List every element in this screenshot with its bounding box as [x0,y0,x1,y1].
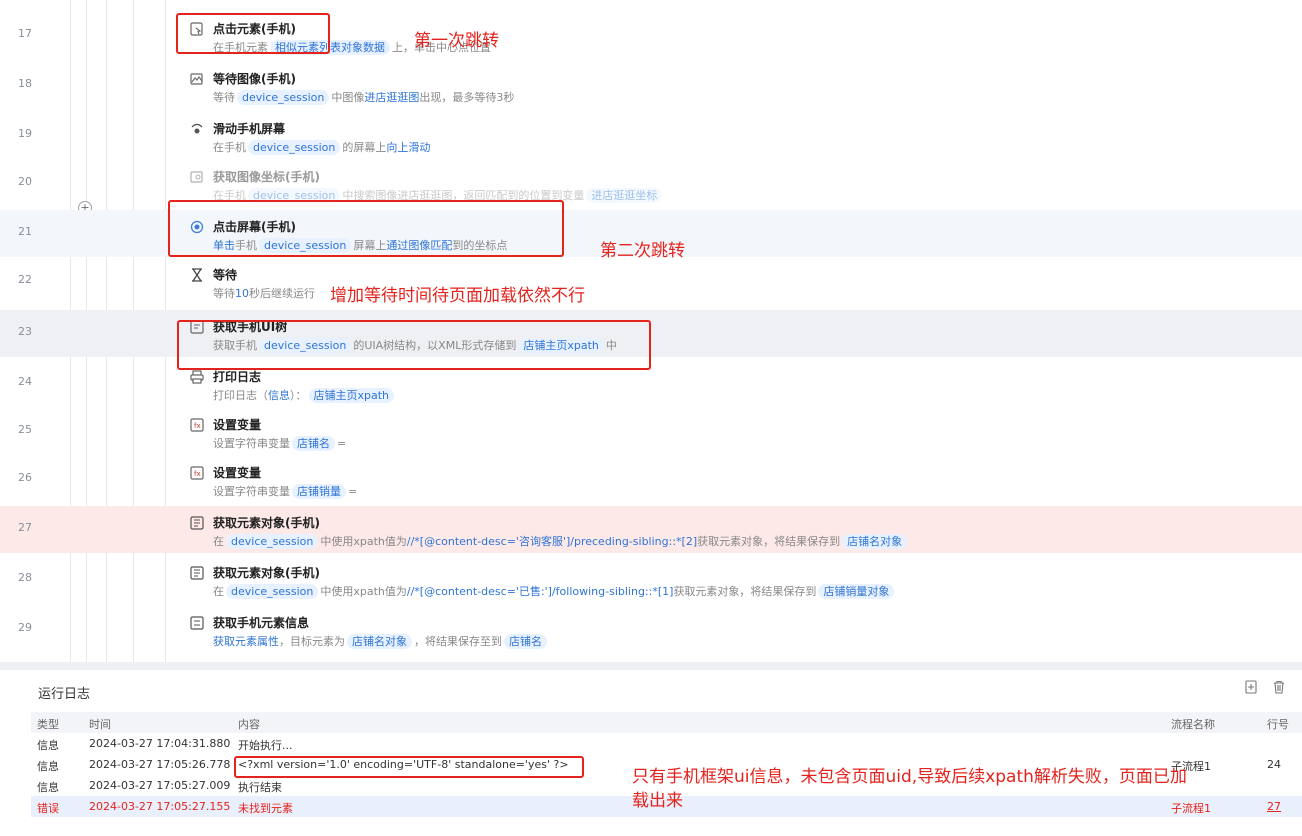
line-number: 28 [18,571,32,584]
line-number: 24 [18,375,32,388]
variable-icon: fx [190,466,204,480]
svg-text:fx: fx [194,422,201,430]
swipe-icon [191,123,203,134]
step-row[interactable]: 26 fx 设置变量 设置字符串变量 店铺销量 = [0,456,1302,503]
step-row[interactable]: 25 fx 设置变量 设置字符串变量 店铺名 = [0,408,1302,455]
variable-token[interactable]: 店铺名对象 [347,634,412,649]
export-icon[interactable] [1244,680,1258,694]
step-title: 设置变量 [213,466,262,480]
panel-divider [0,662,1302,670]
run-log-panel: 运行日志 类型 时间 内容 流程名称 行号 信息 2024-03-27 17:0… [0,670,1302,836]
step-row[interactable]: 27 获取元素对象(手机) 在 device_session 中使用xpath值为/… [0,506,1302,553]
variable-token[interactable]: 店铺销量对象 [818,584,895,599]
line-number: 22 [18,273,32,286]
image-coord-icon [190,171,203,183]
log-table-header: 类型 时间 内容 流程名称 行号 [31,712,1302,733]
step-row[interactable]: 19 滑动手机屏幕 在手机 device_session 的屏幕上向上滑动 [0,112,1302,159]
log-title: 运行日志 [38,687,91,702]
col-content: 内容 [238,718,260,731]
line-number: 20 [18,175,32,188]
log-row[interactable]: 信息 2024-03-27 17:04:31.880 开始执行... [31,733,1302,754]
step-title: 获取图像坐标(手机) [213,170,320,184]
line-number: 19 [18,127,32,140]
line-number: 23 [18,325,32,338]
line-number: 27 [18,521,32,534]
hourglass-icon [192,268,202,282]
annotation-note: 增加等待时间待页面加载依然不行 [330,286,585,306]
annotation-note: 只有手机框架ui信息，未包含页面uid,导致后续xpath解析失败，页面已加 [632,767,1187,787]
variable-token[interactable]: device_session [226,584,319,599]
line-link[interactable]: 27 [1267,800,1281,813]
step-title: 滑动手机屏幕 [213,122,286,136]
step-desc: 在 device_session 中使用xpath值为//*[@content-de… [213,583,896,599]
step-desc: 等待 device_session 中图像进店逛逛图出现，最多等待3秒 [213,90,515,105]
element-object-icon [190,516,204,530]
variable-icon: fx [190,418,204,432]
line-number: 26 [18,471,32,484]
step-title: 获取元素对象(手机) [213,516,320,530]
line-number: 18 [18,77,32,90]
step-row[interactable]: 22 等待 等待10秒后继续运行 [0,258,1302,305]
highlight-box [234,756,584,778]
variable-token[interactable]: 店铺名对象 [842,534,908,549]
variable-token[interactable]: 店铺销量 [292,484,346,499]
step-row[interactable]: 29 获取手机元素信息 获取元素属性，目标元素为 店铺名对象 ，将结果保存至到 店铺名 [0,606,1302,653]
step-title: 设置变量 [213,418,262,432]
annotation-note: 第一次跳转 [414,31,499,51]
step-title: 获取手机元素信息 [213,616,310,630]
col-flow: 流程名称 [1171,718,1215,731]
variable-token[interactable]: 店铺名 [292,436,335,451]
wait-image-icon [190,73,203,85]
step-desc: 设置字符串变量 店铺名 = [213,436,347,451]
highlight-box [168,200,564,257]
variable-token[interactable]: 店铺主页xpath [308,388,395,403]
variable-token[interactable]: 进店逛逛坐标 [586,188,663,203]
step-title: 打印日志 [213,370,262,384]
step-row[interactable]: 28 获取元素对象(手机) 在 device_session 中使用xpath值为/… [0,556,1302,603]
line-number: 29 [18,621,32,634]
line-number: 21 [18,225,32,238]
variable-token[interactable]: device_session [237,90,330,105]
col-time: 时间 [89,718,111,731]
variable-token[interactable]: device_session [248,140,341,155]
step-row[interactable]: 18 等待图像(手机) 等待 device_session 中图像进店逛逛图出现，最… [0,62,1302,109]
variable-token[interactable]: device_session [226,534,319,549]
step-desc: 在 device_session 中使用xpath值为//*[@content-de… [213,533,909,549]
annotation-note: 第二次跳转 [600,241,685,261]
step-desc: 等待10秒后继续运行 [213,287,315,300]
step-title: 等待 [213,268,238,282]
step-desc: 设置字符串变量 店铺销量 = [213,484,358,499]
line-number: 17 [18,27,32,40]
step-title: 等待图像(手机) [213,72,296,86]
print-icon [190,370,204,384]
step-title: 获取元素对象(手机) [213,566,320,580]
col-type: 类型 [37,718,59,731]
step-desc: 获取元素属性，目标元素为 店铺名对象 ，将结果保存至到 店铺名 [213,633,549,649]
col-line: 行号 [1267,718,1289,731]
element-info-icon [190,616,204,630]
element-object-icon [190,566,204,580]
highlight-box [176,13,330,54]
highlight-box [177,320,651,370]
step-desc: 打印日志（信息）： 店铺主页xpath [213,387,396,403]
line-number: 25 [18,423,32,436]
step-desc: 在手机 device_session 的屏幕上向上滑动 [213,140,431,155]
variable-token[interactable]: 店铺名 [504,634,547,649]
annotation-note: 载出来 [632,791,683,811]
trash-icon[interactable] [1272,680,1286,694]
svg-text:fx: fx [194,470,201,478]
